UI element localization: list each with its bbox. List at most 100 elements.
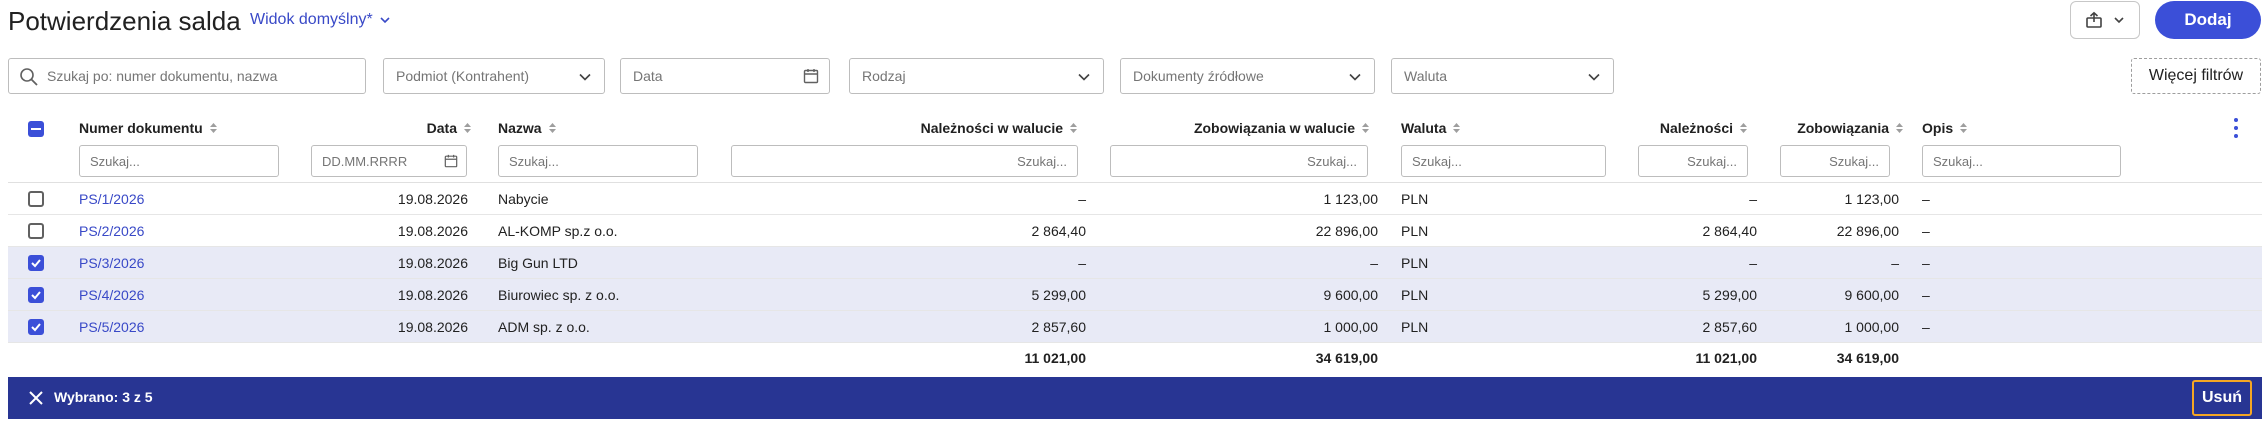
view-selector[interactable]: Widok domyślny* [250, 11, 391, 29]
date-cell: 19.08.2026 [397, 223, 468, 239]
sort-icon [548, 123, 556, 133]
chevron-down-icon [1349, 73, 1361, 81]
table-row[interactable]: PS/4/2026 19.08.2026 Biurowiec sp. z o.o… [8, 279, 2262, 311]
document-number-link[interactable]: PS/5/2026 [79, 311, 144, 343]
sort-icon [1070, 123, 1077, 133]
subject-filter-label: Podmiot (Kontrahent) [396, 68, 530, 84]
sort-icon [464, 123, 471, 133]
currency-column-search-placeholder: Szukaj... [1412, 153, 1462, 169]
date-filter[interactable]: Data [620, 58, 830, 94]
chevron-down-icon [380, 17, 390, 24]
export-button[interactable] [2070, 1, 2140, 39]
delete-button[interactable]: Usuń [2192, 380, 2252, 416]
liabilities-currency-column-search-placeholder: Szukaj... [1307, 153, 1357, 169]
export-icon [2086, 11, 2102, 28]
liabilities-cell: 9 600,00 [1844, 287, 1900, 303]
total-liabilities: 34 619,00 [1836, 350, 1899, 366]
kind-filter[interactable]: Rodzaj [849, 58, 1104, 94]
column-header-liabilities[interactable]: Zobowiązania [1760, 120, 1904, 136]
liabilities-currency-column-search[interactable]: Szukaj... [1110, 145, 1368, 177]
document-number-link[interactable]: PS/1/2026 [79, 183, 144, 215]
document-number-link[interactable]: PS/3/2026 [79, 247, 144, 279]
description-cell: – [1922, 255, 1930, 271]
date-filter-label: Data [633, 68, 663, 84]
name-column-search[interactable]: Szukaj... [498, 145, 698, 177]
column-options-icon[interactable] [2233, 118, 2239, 140]
source-documents-filter-label: Dokumenty źródłowe [1133, 68, 1264, 84]
column-header-currency-label: Waluta [1401, 120, 1447, 136]
name-cell: AL-KOMP sp.z o.o. [498, 223, 618, 239]
column-header-name[interactable]: Nazwa [498, 120, 557, 136]
currency-filter[interactable]: Waluta [1391, 58, 1614, 94]
column-header-liabilities-label: Zobowiązania [1797, 120, 1889, 136]
receivables-currency-cell: – [1078, 191, 1086, 207]
receivables-cell: 2 857,60 [1702, 319, 1758, 335]
close-icon[interactable] [28, 390, 44, 406]
name-cell: Biurowiec sp. z o.o. [498, 287, 620, 303]
chevron-down-icon [579, 73, 591, 81]
chevron-down-icon [1078, 73, 1090, 81]
row-checkbox[interactable] [28, 191, 44, 207]
receivables-currency-column-search[interactable]: Szukaj... [731, 145, 1078, 177]
column-header-date-label: Data [426, 120, 457, 136]
row-checkbox[interactable] [28, 255, 44, 271]
column-header-description-label: Opis [1922, 120, 1954, 136]
name-cell: Nabycie [498, 191, 549, 207]
description-column-search[interactable]: Szukaj... [1922, 145, 2121, 177]
date-cell: 19.08.2026 [397, 287, 468, 303]
totals-row: 11 021,00 34 619,00 11 021,00 34 619,00 [8, 342, 2262, 374]
receivables-cell: – [1749, 191, 1757, 207]
check-icon [31, 259, 41, 268]
currency-cell: PLN [1401, 223, 1429, 239]
select-all-checkbox[interactable] [28, 121, 44, 137]
liabilities-currency-cell: 1 123,00 [1323, 191, 1379, 207]
liabilities-column-search[interactable]: Szukaj... [1780, 145, 1890, 177]
receivables-currency-cell: 2 864,40 [1031, 223, 1087, 239]
chevron-down-icon [2114, 17, 2124, 24]
name-cell: ADM sp. z o.o. [498, 319, 590, 335]
receivables-column-search[interactable]: Szukaj... [1638, 145, 1748, 177]
currency-cell: PLN [1401, 287, 1429, 303]
more-filters-button[interactable]: Więcej filtrów [2131, 58, 2261, 94]
number-column-search[interactable]: Szukaj... [79, 145, 279, 177]
row-checkbox[interactable] [28, 287, 44, 303]
check-icon [31, 323, 41, 332]
liabilities-cell: – [1891, 255, 1899, 271]
table-row[interactable]: PS/2/2026 19.08.2026 AL-KOMP sp.z o.o. 2… [8, 215, 2262, 247]
column-header-description[interactable]: Opis [1922, 120, 1968, 136]
row-checkbox[interactable] [28, 319, 44, 335]
receivables-cell: 2 864,40 [1702, 223, 1758, 239]
column-header-receivables-currency[interactable]: Należności w walucie [800, 120, 1078, 136]
add-button[interactable]: Dodaj [2155, 1, 2261, 39]
source-documents-filter[interactable]: Dokumenty źródłowe [1120, 58, 1375, 94]
column-header-number[interactable]: Numer dokumentu [79, 120, 218, 136]
column-header-date[interactable]: Data [380, 120, 472, 136]
sort-icon [1740, 123, 1747, 133]
kind-filter-label: Rodzaj [862, 68, 906, 84]
number-column-search-placeholder: Szukaj... [90, 153, 140, 169]
name-cell: Big Gun LTD [498, 255, 578, 271]
document-number-link[interactable]: PS/4/2026 [79, 279, 144, 311]
table-row[interactable]: PS/5/2026 19.08.2026 ADM sp. z o.o. 2 85… [8, 311, 2262, 343]
currency-cell: PLN [1401, 191, 1429, 207]
check-icon [31, 291, 41, 300]
column-header-liabilities-currency[interactable]: Zobowiązania w walucie [1100, 120, 1370, 136]
date-column-search[interactable]: DD.MM.RRRR [311, 145, 467, 177]
search-input[interactable]: Szukaj po: numer dokumentu, nazwa [8, 58, 366, 94]
currency-column-search[interactable]: Szukaj... [1401, 145, 1606, 177]
row-checkbox[interactable] [28, 223, 44, 239]
column-header-liabilities-currency-label: Zobowiązania w walucie [1193, 120, 1355, 136]
total-receivables: 11 021,00 [1695, 350, 1757, 366]
calendar-icon [803, 69, 819, 84]
receivables-currency-cell: 5 299,00 [1031, 287, 1087, 303]
table-row[interactable]: PS/1/2026 19.08.2026 Nabycie – 1 123,00 … [8, 183, 2262, 215]
column-header-currency[interactable]: Waluta [1401, 120, 1461, 136]
date-cell: 19.08.2026 [397, 255, 468, 271]
subject-filter[interactable]: Podmiot (Kontrahent) [383, 58, 605, 94]
document-number-link[interactable]: PS/2/2026 [79, 215, 144, 247]
receivables-currency-cell: 2 857,60 [1031, 319, 1087, 335]
column-header-receivables[interactable]: Należności [1620, 120, 1748, 136]
date-cell: 19.08.2026 [397, 191, 468, 207]
table-row[interactable]: PS/3/2026 19.08.2026 Big Gun LTD – – PLN… [8, 247, 2262, 279]
receivables-cell: – [1749, 255, 1757, 271]
